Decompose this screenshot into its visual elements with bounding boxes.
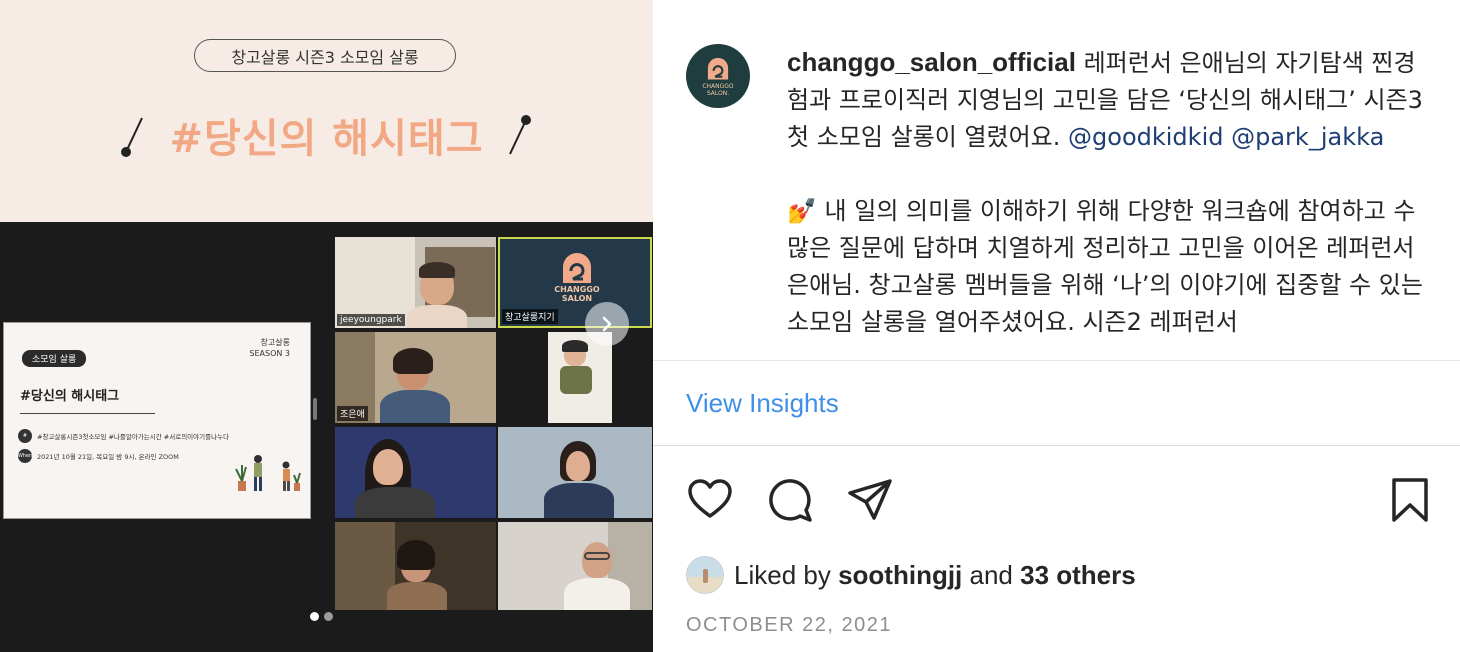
- video-tile: [498, 332, 652, 423]
- carousel-dots: [310, 612, 333, 621]
- participant-name: jeeyoungpark: [337, 314, 405, 326]
- video-tile: jeeyoungpark: [335, 237, 496, 328]
- zoom-call-screenshot: 소모임 살롱 창고살롱 SEASON 3 #당신의 해시태그 # #창고살롱시즌…: [0, 222, 653, 652]
- username-link[interactable]: changgo_salon_official: [787, 47, 1076, 77]
- video-tile: [498, 427, 652, 518]
- post-caption: changgo_salon_official 레퍼런서 은애님의 자기탐색 찐경…: [787, 44, 1437, 360]
- post-image[interactable]: 창고살롱 시즌3 소모임 살롱 #당신의 해시태그 소모임 살롱 창고살롱 SE…: [0, 0, 653, 652]
- caption-body: 내 일의 의미를 이해하기 위해 다양한 워크숍에 참여하고 수많은 질문에 답…: [787, 197, 1423, 336]
- video-tile: [335, 522, 496, 610]
- comment-icon[interactable]: [766, 476, 814, 524]
- bookmark-icon[interactable]: [1386, 476, 1434, 524]
- carousel-next-button[interactable]: [585, 302, 629, 346]
- changgo-logo: CHANGGO SALON: [554, 249, 600, 309]
- video-tile: [498, 522, 652, 610]
- splitter-handle: [313, 398, 317, 420]
- video-tile-active: CHANGGO SALON 창고살롱지기: [498, 237, 652, 328]
- image-banner: 창고살롱 시즌3 소모임 살롱 #당신의 해시태그: [0, 0, 653, 222]
- others-likes-link[interactable]: 33 others: [1020, 560, 1136, 590]
- banner-pill: 창고살롱 시즌3 소모임 살롱: [194, 39, 456, 72]
- avatar-logo-text: CHANGGO SALON.: [702, 83, 734, 97]
- slide-hashtags: #창고살롱시즌3첫소모임 #나를알아가는시간 #서로의이야기를나누다: [37, 433, 230, 441]
- video-tile: [335, 427, 496, 518]
- slide-when-row: When 2021년 10월 21일, 목요일 밤 9시, 온라인 ZOOM: [18, 449, 179, 463]
- chevron-right-icon: [602, 316, 612, 332]
- post-date[interactable]: OCTOBER 22, 2021: [686, 614, 892, 637]
- post-details-panel: CHANGGO SALON. changgo_salon_official 레퍼런…: [653, 0, 1460, 652]
- plants-illustration: [235, 455, 301, 491]
- carousel-dot[interactable]: [324, 612, 333, 621]
- avatar[interactable]: CHANGGO SALON.: [686, 44, 750, 108]
- participant-name: 조은애: [337, 406, 368, 421]
- slide-divider: [20, 413, 155, 414]
- nail-polish-emoji: 💅: [787, 197, 817, 225]
- when-badge: When: [18, 449, 32, 463]
- slide-when: 2021년 10월 21일, 목요일 밤 9시, 온라인 ZOOM: [37, 453, 179, 461]
- liked-by-prefix: Liked by: [734, 559, 839, 590]
- slide-tag: 소모임 살롱: [22, 350, 87, 367]
- slide-hashtag-row: # #창고살롱시즌3첫소모임 #나를알아가는시간 #서로의이야기를나누다: [18, 429, 229, 443]
- liked-by-mid: and: [962, 559, 1021, 590]
- caption-divider: [653, 360, 1460, 361]
- liker-avatar[interactable]: [686, 556, 724, 594]
- likes-summary: Liked by soothingjj and 33 others: [686, 556, 1136, 594]
- carousel-dot-active[interactable]: [310, 612, 319, 621]
- video-tile: 조은애: [335, 332, 496, 423]
- slide-brand: 창고살롱: [260, 338, 290, 347]
- note-decoration-right: [509, 115, 531, 155]
- logo-mark: [563, 253, 591, 283]
- mention-link[interactable]: @goodkidkid: [1068, 123, 1223, 151]
- heart-icon[interactable]: [686, 476, 734, 524]
- mention-link[interactable]: @park_jakka: [1231, 123, 1384, 151]
- slide-season: 창고살롱 SEASON 3: [249, 337, 290, 359]
- participant-name: 창고살롱지기: [502, 309, 558, 324]
- shared-slide: 소모임 살롱 창고살롱 SEASON 3 #당신의 해시태그 # #창고살롱시즌…: [3, 322, 311, 519]
- logo-text: CHANGGO SALON: [554, 285, 600, 303]
- slide-season-label: SEASON 3: [249, 349, 290, 358]
- actions-divider: [653, 445, 1460, 446]
- banner-title: #당신의 해시태그: [169, 116, 484, 162]
- hash-icon: #: [18, 429, 32, 443]
- slide-title: #당신의 해시태그: [20, 389, 120, 404]
- liker-username-link[interactable]: soothingjj: [838, 560, 962, 590]
- share-icon[interactable]: [846, 476, 894, 524]
- view-insights-link[interactable]: View Insights: [686, 388, 839, 419]
- brand-logo-icon: [707, 57, 729, 80]
